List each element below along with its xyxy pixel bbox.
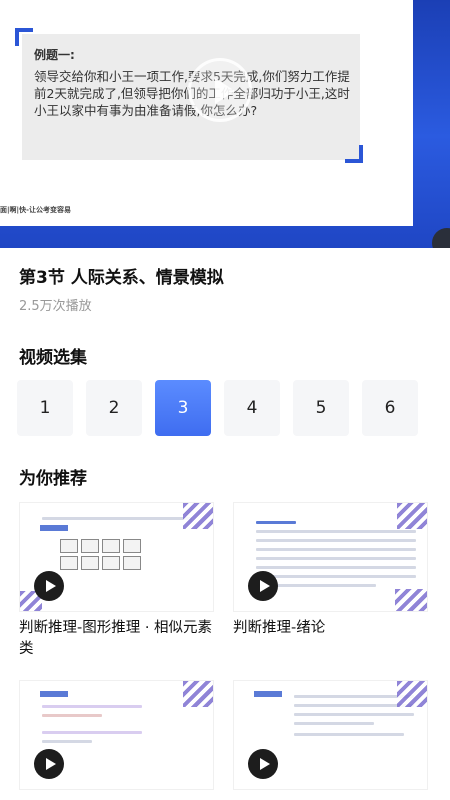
question-title: 例题一: [34,48,75,62]
recommend-card[interactable] [233,680,428,790]
thumb-label-block [254,691,282,697]
decor-stripe [395,589,427,611]
play-icon[interactable] [34,749,64,779]
card-thumbnail[interactable] [19,680,214,790]
recommend-card[interactable]: 判断推理-图形推理 · 相似元素类 [19,502,214,660]
play-icon[interactable] [188,58,252,122]
thumb-label-block [40,525,68,531]
play-icon[interactable] [248,571,278,601]
thumb-text-lines [294,695,414,742]
recommend-card[interactable] [19,680,214,790]
play-icon[interactable] [34,571,64,601]
thumb-text-lines [256,521,416,593]
corner-bracket-top-left [15,28,33,46]
episodes-heading: 视频选集 [19,348,87,368]
card-thumbnail[interactable] [233,680,428,790]
slide-footer: 面|啊|快-让公考变容易 [0,206,72,214]
card-thumbnail[interactable] [19,502,214,612]
video-player[interactable]: 例题一: 领导交给你和小王一项工作,要求5天完成,你们努力工作提前2天就完成了,… [0,0,450,248]
corner-bracket-bottom-right [345,145,363,163]
play-count: 2.5万次播放 [19,299,92,314]
card-thumbnail[interactable] [233,502,428,612]
episode-button[interactable]: 4 [224,380,280,436]
thumb-figure-grid [60,539,141,570]
episode-button[interactable]: 5 [293,380,349,436]
recommend-card[interactable]: 判断推理-绪论 [233,502,428,639]
thumb-label-block [40,691,68,697]
decor-stripe [183,681,213,707]
episode-button[interactable]: 2 [86,380,142,436]
recommend-heading: 为你推荐 [19,469,87,489]
progress-knob[interactable] [432,228,450,248]
thumb-text-lines [42,705,142,749]
episode-button[interactable]: 6 [362,380,418,436]
episode-list: 1 2 3 4 5 6 [17,380,418,436]
decor-stripe [397,503,427,529]
lesson-title: 第3节 人际关系、情景模拟 [19,268,224,288]
episode-button-active[interactable]: 3 [155,380,211,436]
card-title[interactable]: 判断推理-图形推理 · 相似元素类 [19,618,214,660]
play-icon[interactable] [248,749,278,779]
episode-button[interactable]: 1 [17,380,73,436]
decor-stripe [183,503,213,529]
decor-stripe [397,681,427,707]
card-title[interactable]: 判断推理-绪论 [233,618,428,639]
